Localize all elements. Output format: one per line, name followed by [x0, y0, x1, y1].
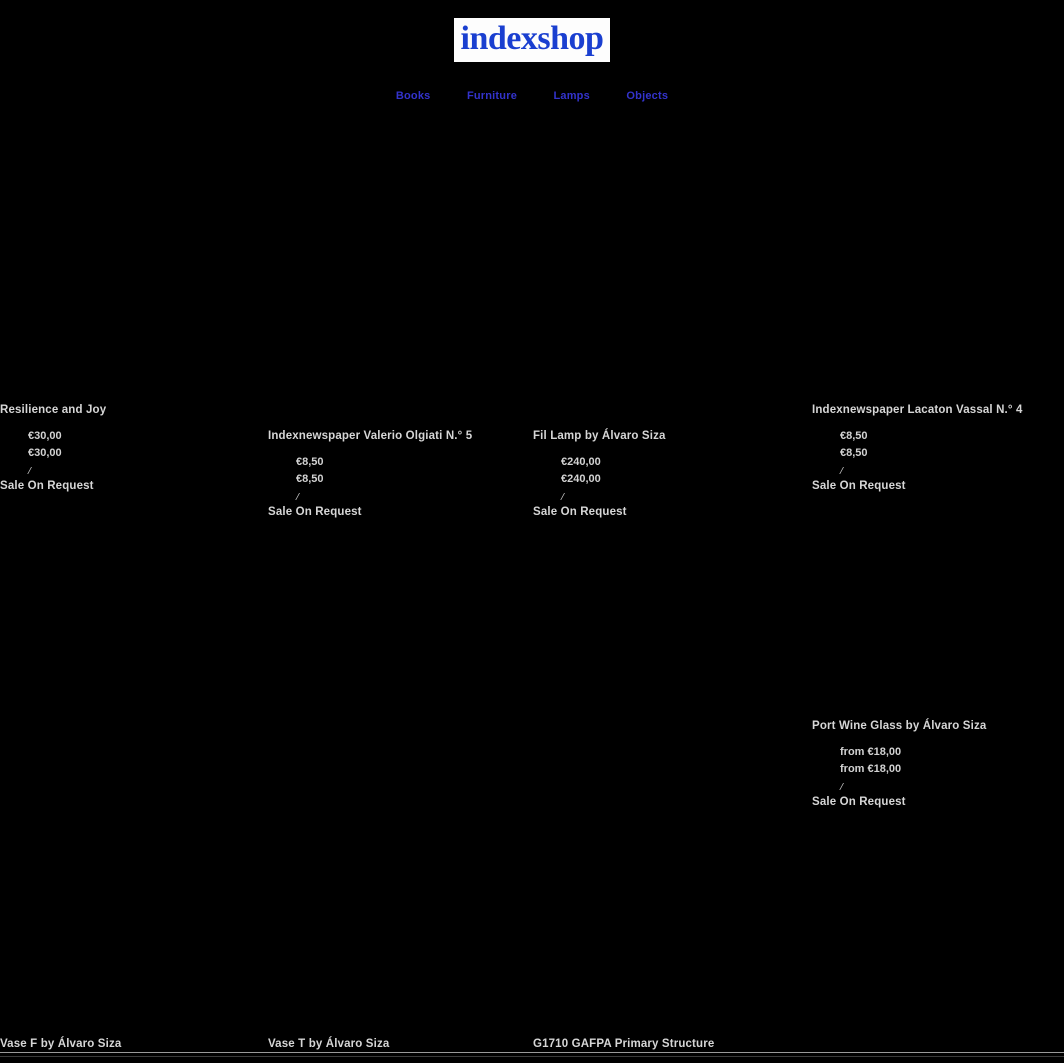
product-price-block: €30,00 €30,00 / — [0, 428, 106, 481]
product-title[interactable]: Resilience and Joy — [0, 404, 106, 416]
product-title[interactable]: Indexnewspaper Valerio Olgiati N.° 5 — [268, 430, 472, 442]
product-price-block: €8,50 €8,50 / — [268, 454, 472, 507]
product-title[interactable]: Fil Lamp by Álvaro Siza — [533, 430, 666, 442]
logo-link[interactable]: indexshop — [453, 18, 611, 62]
product-compare-price: from €18,00 — [840, 763, 902, 776]
product-price-separator: / — [840, 780, 844, 793]
product-price: €8,50 — [296, 455, 324, 468]
main-navigation: Books Furniture Lamps Objects — [0, 86, 1064, 104]
product-price: €8,50 — [840, 429, 868, 442]
product-card[interactable]: G1710 GAFPA Primary Structure €25,00 €25… — [533, 1038, 714, 1063]
product-compare-price: €8,50 — [296, 473, 324, 486]
site-logo[interactable]: indexshop — [453, 18, 611, 62]
product-title[interactable]: G1710 GAFPA Primary Structure — [533, 1038, 714, 1050]
product-status[interactable]: Sale On Request — [812, 796, 986, 808]
nav-item-books[interactable]: Books — [396, 90, 431, 102]
nav-item-furniture[interactable]: Furniture — [467, 90, 517, 102]
site-header: indexshop — [0, 0, 1064, 62]
product-title[interactable]: Vase F by Álvaro Siza — [0, 1038, 121, 1050]
product-title[interactable]: Port Wine Glass by Álvaro Siza — [812, 720, 986, 732]
footer-divider-secondary — [0, 1056, 1064, 1057]
product-card[interactable]: Port Wine Glass by Álvaro Siza from €18,… — [812, 720, 986, 809]
product-compare-price: €30,00 — [28, 447, 62, 460]
product-status[interactable]: Sale On Request — [812, 480, 1023, 492]
nav-list: Books Furniture Lamps Objects — [380, 86, 684, 104]
product-price-block: €8,50 €8,50 / — [812, 428, 1023, 481]
product-card[interactable]: Fil Lamp by Álvaro Siza €240,00 €240,00 … — [533, 430, 666, 519]
footer-divider — [0, 1052, 1064, 1053]
product-status[interactable]: Sale On Request — [268, 506, 472, 518]
product-status[interactable]: Sale On Request — [533, 506, 666, 518]
product-title[interactable]: Indexnewspaper Lacaton Vassal N.° 4 — [812, 404, 1023, 416]
product-compare-price: €8,50 — [840, 447, 868, 460]
product-title[interactable]: Vase T by Álvaro Siza — [268, 1038, 389, 1050]
product-price-separator: / — [296, 490, 300, 503]
product-price-separator: / — [561, 490, 565, 503]
product-card[interactable]: Resilience and Joy €30,00 €30,00 / Sale … — [0, 404, 106, 493]
product-status[interactable]: Sale On Request — [0, 480, 106, 492]
nav-item-objects[interactable]: Objects — [626, 90, 668, 102]
product-card[interactable]: Vase T by Álvaro Siza from €80,00 from €… — [268, 1038, 389, 1063]
product-card[interactable]: Indexnewspaper Lacaton Vassal N.° 4 €8,5… — [812, 404, 1023, 493]
product-price: €30,00 — [28, 429, 62, 442]
product-price-block: from €18,00 from €18,00 / — [812, 744, 986, 797]
product-price-block: €240,00 €240,00 / — [533, 454, 666, 507]
nav-item-lamps[interactable]: Lamps — [553, 90, 589, 102]
product-card[interactable]: Vase F by Álvaro Siza from €80,00 from €… — [0, 1038, 121, 1063]
product-price: €240,00 — [561, 455, 601, 468]
product-grid: Resilience and Joy €30,00 €30,00 / Sale … — [0, 104, 1064, 1063]
product-card[interactable]: Indexnewspaper Valerio Olgiati N.° 5 €8,… — [268, 430, 472, 519]
product-compare-price: €240,00 — [561, 473, 601, 486]
product-price: from €18,00 — [840, 745, 902, 758]
product-price-separator: / — [28, 464, 32, 477]
product-price-separator: / — [840, 464, 844, 477]
